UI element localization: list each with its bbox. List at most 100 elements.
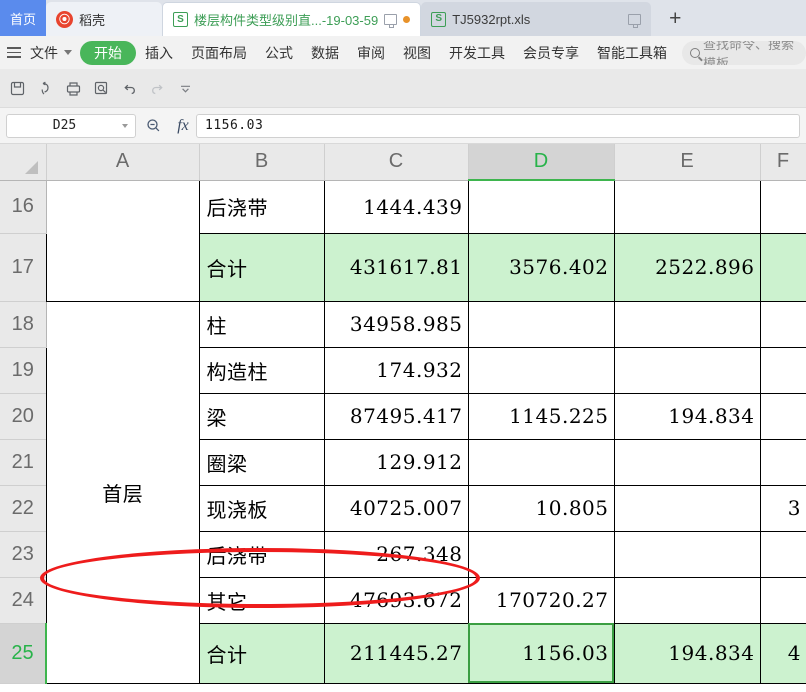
row-header-24[interactable]: 24 [0, 577, 47, 624]
cell-f16[interactable] [760, 180, 806, 234]
function-icon[interactable]: fx [170, 117, 196, 135]
cell-f23[interactable] [760, 531, 806, 578]
cell-d16[interactable] [468, 180, 615, 234]
column-header-e[interactable]: E [614, 144, 761, 181]
cell-b25[interactable]: 合计 [199, 623, 325, 684]
formula-input[interactable]: 1156.03 [196, 113, 800, 138]
cell-f21[interactable] [760, 439, 806, 486]
cell-c24[interactable]: 47693.672 [324, 577, 469, 624]
select-all-corner[interactable] [0, 144, 47, 181]
cell-c19[interactable]: 174.932 [324, 347, 469, 394]
cell-d19[interactable] [468, 347, 615, 394]
cell-e18[interactable] [614, 301, 761, 348]
tab-docer[interactable]: ⦿ 稻壳 [46, 2, 162, 36]
menu-item-member-exclusive[interactable]: 会员专享 [514, 36, 588, 70]
cell-e17[interactable]: 2522.896 [614, 233, 761, 302]
cell-c22[interactable]: 40725.007 [324, 485, 469, 532]
new-tab-button[interactable]: + [651, 2, 699, 36]
customize-dropdown-icon[interactable] [172, 76, 198, 102]
cell-d20[interactable]: 1145.225 [468, 393, 615, 440]
cell-f19[interactable] [760, 347, 806, 394]
cell-e23[interactable] [614, 531, 761, 578]
tab-document-active[interactable]: S 楼层构件类型级别直...-19-03-59 [162, 2, 422, 36]
cell-f22[interactable]: 3 [760, 485, 806, 532]
cell-c20[interactable]: 87495.417 [324, 393, 469, 440]
tab-document-tj5932[interactable]: S TJ5932rpt.xls [421, 2, 652, 36]
cell-d17[interactable]: 3576.402 [468, 233, 615, 302]
column-header-f[interactable]: F [760, 144, 806, 181]
cell-c25[interactable]: 211445.27 [324, 623, 469, 684]
cell-d22[interactable]: 10.805 [468, 485, 615, 532]
column-header-d[interactable]: D [468, 144, 615, 181]
column-header-c[interactable]: C [324, 144, 469, 181]
cell-e22[interactable] [614, 485, 761, 532]
cell-c17[interactable]: 431617.81 [324, 233, 469, 302]
cell-b21[interactable]: 圈梁 [199, 439, 325, 486]
cell-b22[interactable]: 现浇板 [199, 485, 325, 532]
cell-e24[interactable] [614, 577, 761, 624]
cell-c16[interactable]: 1444.439 [324, 180, 469, 234]
cell-a18-merged[interactable]: 首层 [45, 301, 200, 684]
cell-f25[interactable]: 4 [760, 623, 806, 684]
row-header-23[interactable]: 23 [0, 531, 47, 578]
cell-f24[interactable] [760, 577, 806, 624]
menu-item-insert[interactable]: 插入 [136, 36, 182, 70]
row-header-19[interactable]: 19 [0, 347, 47, 394]
menu-item-data[interactable]: 数据 [302, 36, 348, 70]
column-header-b[interactable]: B [199, 144, 325, 181]
menu-item-review[interactable]: 审阅 [348, 36, 394, 70]
menu-item-developer-tools[interactable]: 开发工具 [440, 36, 514, 70]
row-header-16[interactable]: 16 [0, 180, 47, 234]
cell-b24[interactable]: 其它 [199, 577, 325, 624]
menu-item-page-layout[interactable]: 页面布局 [182, 36, 256, 70]
cell-f20[interactable] [760, 393, 806, 440]
cell-e16[interactable] [614, 180, 761, 234]
cell-d18[interactable] [468, 301, 615, 348]
row-header-20[interactable]: 20 [0, 393, 47, 440]
cell-d23[interactable] [468, 531, 615, 578]
print-preview-icon[interactable] [88, 76, 114, 102]
tab-home[interactable]: 首页 [0, 0, 46, 36]
zoom-out-icon[interactable] [136, 117, 170, 134]
row-header-22[interactable]: 22 [0, 485, 47, 532]
cell-a16[interactable] [45, 180, 200, 302]
menu-item-file[interactable]: 文件 [21, 36, 60, 70]
cell-e20[interactable]: 194.834 [614, 393, 761, 440]
menu-item-formulas[interactable]: 公式 [256, 36, 302, 70]
search-command-box[interactable]: 查找命令、搜索模板 [682, 40, 806, 65]
hamburger-menu-icon[interactable] [5, 47, 21, 58]
cell-c18[interactable]: 34958.985 [324, 301, 469, 348]
monitor-icon[interactable] [384, 14, 398, 28]
cell-b17[interactable]: 合计 [199, 233, 325, 302]
cell-e25[interactable]: 194.834 [614, 623, 761, 684]
share-icon[interactable] [32, 76, 58, 102]
row-header-17[interactable]: 17 [0, 233, 47, 302]
save-icon[interactable] [4, 76, 30, 102]
row-header-25[interactable]: 25 [0, 623, 47, 684]
row-header-21[interactable]: 21 [0, 439, 47, 486]
cell-c23[interactable]: 267.348 [324, 531, 469, 578]
chevron-down-icon[interactable] [64, 50, 72, 55]
cell-b18[interactable]: 柱 [199, 301, 325, 348]
cell-d21[interactable] [468, 439, 615, 486]
undo-icon[interactable] [116, 76, 142, 102]
cell-e21[interactable] [614, 439, 761, 486]
cell-d24[interactable]: 170720.27 [468, 577, 615, 624]
cell-f17[interactable] [760, 233, 806, 302]
menu-item-home[interactable]: 开始 [80, 40, 136, 65]
cell-f18[interactable] [760, 301, 806, 348]
chevron-down-icon[interactable] [122, 123, 128, 128]
cell-e19[interactable] [614, 347, 761, 394]
cell-c21[interactable]: 129.912 [324, 439, 469, 486]
cell-b19[interactable]: 构造柱 [199, 347, 325, 394]
row-header-18[interactable]: 18 [0, 301, 47, 348]
cell-b23[interactable]: 后浇带 [199, 531, 325, 578]
cell-b20[interactable]: 梁 [199, 393, 325, 440]
menu-item-smart-toolbox[interactable]: 智能工具箱 [588, 36, 676, 70]
column-header-a[interactable]: A [46, 144, 200, 181]
cell-d25-selected[interactable]: 1156.03 [468, 623, 615, 684]
cell-b16[interactable]: 后浇带 [199, 180, 325, 234]
name-box[interactable]: D25 [6, 113, 136, 138]
print-icon[interactable] [60, 76, 86, 102]
menu-item-view[interactable]: 视图 [394, 36, 440, 70]
